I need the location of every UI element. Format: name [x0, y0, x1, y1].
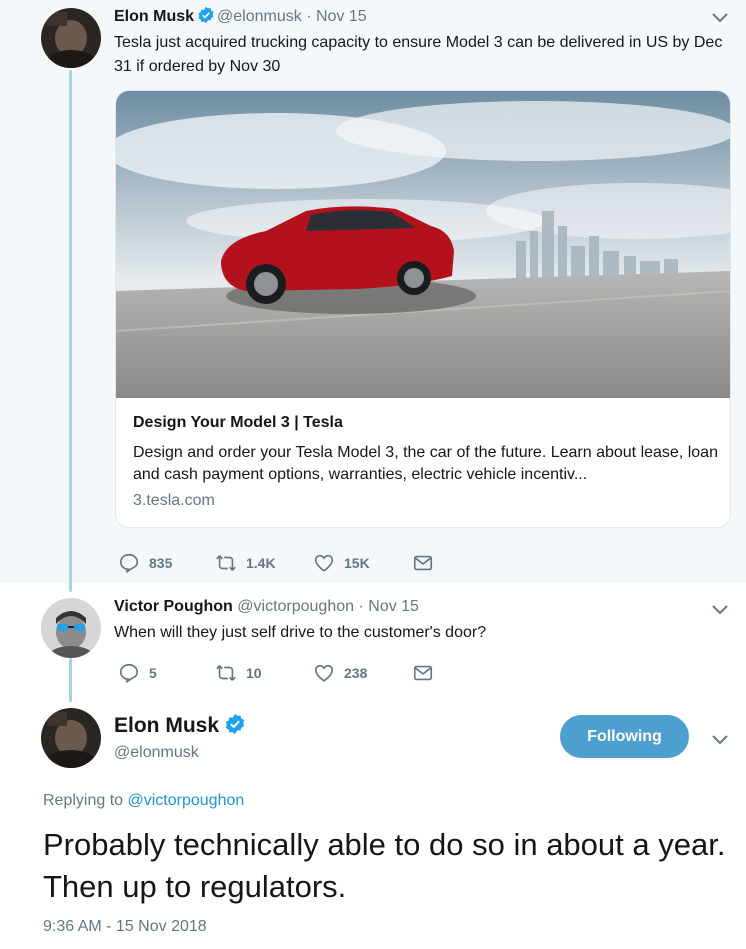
author-name[interactable]: Elon Musk	[114, 713, 248, 738]
chevron-down-icon[interactable]	[711, 12, 729, 24]
link-card[interactable]: Design Your Model 3 | Tesla Design and o…	[115, 90, 731, 528]
direct-message-icon	[413, 665, 433, 681]
direct-message-button[interactable]	[412, 552, 443, 574]
author-name-text: Elon Musk	[114, 714, 220, 737]
replying-to-link[interactable]: @victorpoughon	[128, 792, 245, 809]
reply-count: 5	[149, 665, 157, 681]
replying-prefix: Replying to	[43, 792, 124, 809]
author-name[interactable]: Elon Musk	[114, 8, 194, 25]
reply-icon	[119, 553, 139, 573]
author-handle[interactable]: @victorpoughon	[237, 598, 354, 615]
chevron-down-icon[interactable]	[711, 734, 729, 746]
tweet-date[interactable]: · Nov 15	[358, 598, 418, 615]
thread-line	[69, 70, 72, 592]
direct-message-button[interactable]	[412, 662, 443, 684]
like-button[interactable]: 238	[313, 662, 367, 684]
card-title: Design Your Model 3 | Tesla	[133, 414, 343, 431]
avatar[interactable]	[41, 8, 101, 68]
author-handle[interactable]: @elonmusk	[217, 8, 302, 25]
like-icon	[314, 554, 334, 572]
reply-button[interactable]: 5	[118, 662, 157, 684]
retweet-count: 10	[246, 665, 262, 681]
retweet-count: 1.4K	[246, 555, 276, 571]
like-count: 238	[344, 665, 368, 681]
author-handle[interactable]: @elonmusk	[114, 744, 199, 762]
card-description: Design and order your Tesla Model 3, the…	[133, 444, 718, 483]
tweet-timestamp[interactable]: 9:36 AM - 15 Nov 2018	[43, 918, 207, 936]
avatar[interactable]	[41, 598, 101, 658]
reply-icon	[119, 663, 139, 683]
author-name[interactable]: Victor Poughon	[114, 598, 233, 615]
reply-count: 835	[149, 555, 173, 571]
retweet-button[interactable]: 1.4K	[215, 552, 276, 574]
card-image	[116, 91, 730, 398]
retweet-icon	[216, 555, 236, 571]
tweet-text: When will they just self drive to the cu…	[114, 624, 487, 641]
tweet-date[interactable]: · Nov 15	[306, 8, 366, 25]
following-button[interactable]: Following	[560, 715, 689, 758]
like-button[interactable]: 15K	[313, 552, 370, 574]
thread-line	[69, 658, 72, 702]
chevron-down-icon[interactable]	[711, 604, 729, 616]
tweet-header: Elon Musk @elonmusk · Nov 15	[114, 6, 367, 26]
like-icon	[314, 664, 334, 682]
avatar[interactable]	[41, 708, 101, 768]
like-count: 15K	[344, 555, 370, 571]
tweet-text: Tesla just acquired trucking capacity to…	[114, 34, 723, 75]
tweet-header: Victor Poughon @victorpoughon · Nov 15	[114, 598, 419, 616]
direct-message-icon	[413, 555, 433, 571]
tweet-text: Probably technically able to do so in ab…	[43, 827, 726, 904]
reply-button[interactable]: 835	[118, 552, 172, 574]
verified-badge-icon	[225, 713, 245, 735]
replying-to: Replying to @victorpoughon	[43, 792, 244, 810]
verified-badge-icon	[198, 6, 214, 24]
retweet-button[interactable]: 10	[215, 662, 262, 684]
retweet-icon	[216, 665, 236, 681]
card-url: 3.tesla.com	[133, 492, 215, 509]
